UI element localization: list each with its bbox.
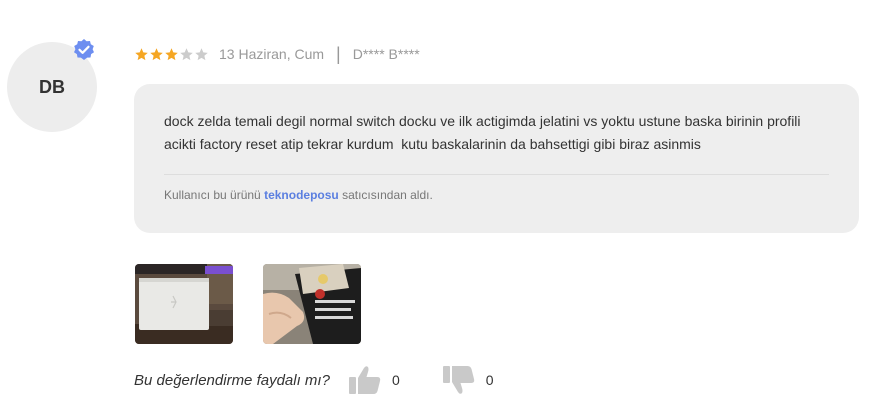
dislike-count: 0 bbox=[485, 372, 494, 388]
star-filled-icon bbox=[135, 47, 148, 60]
thumbs-up-icon bbox=[348, 366, 381, 394]
seller-info: Kullanıcı bu ürünü teknodeposu satıcısın… bbox=[164, 188, 433, 202]
review-photo-dock[interactable] bbox=[135, 264, 233, 344]
star-rating bbox=[134, 47, 209, 62]
star-filled-icon bbox=[165, 47, 178, 60]
seller-prefix: Kullanıcı bu ürünü bbox=[164, 188, 261, 202]
star-filled-icon bbox=[150, 47, 163, 60]
thumbs-down-icon bbox=[442, 366, 474, 394]
review-date: 13 Haziran, Cum bbox=[219, 46, 325, 62]
divider bbox=[164, 174, 829, 175]
review-photo-box[interactable] bbox=[263, 264, 361, 344]
like-button[interactable]: 0 bbox=[348, 365, 400, 395]
like-count: 0 bbox=[391, 372, 400, 388]
avatar-initials: DB bbox=[39, 76, 65, 97]
review-header: 13 Haziran, Cum | D**** B**** bbox=[134, 44, 420, 64]
star-empty-icon bbox=[195, 47, 208, 60]
reviewer-name: D**** B**** bbox=[352, 46, 420, 62]
review-bubble: dock zelda temali degil normal switch do… bbox=[134, 84, 859, 233]
helpful-section: Bu değerlendirme faydalı mı? 0 0 bbox=[134, 366, 536, 394]
review-text: dock zelda temali degil normal switch do… bbox=[164, 113, 805, 152]
header-separator: | bbox=[336, 44, 341, 64]
helpful-question: Bu değerlendirme faydalı mı? bbox=[134, 371, 330, 389]
dislike-button[interactable]: 0 bbox=[442, 365, 494, 395]
seller-link[interactable]: teknodeposu bbox=[264, 188, 339, 202]
seller-suffix: satıcısından aldı. bbox=[342, 188, 433, 202]
verified-badge-icon bbox=[74, 39, 94, 60]
star-empty-icon bbox=[180, 47, 193, 60]
